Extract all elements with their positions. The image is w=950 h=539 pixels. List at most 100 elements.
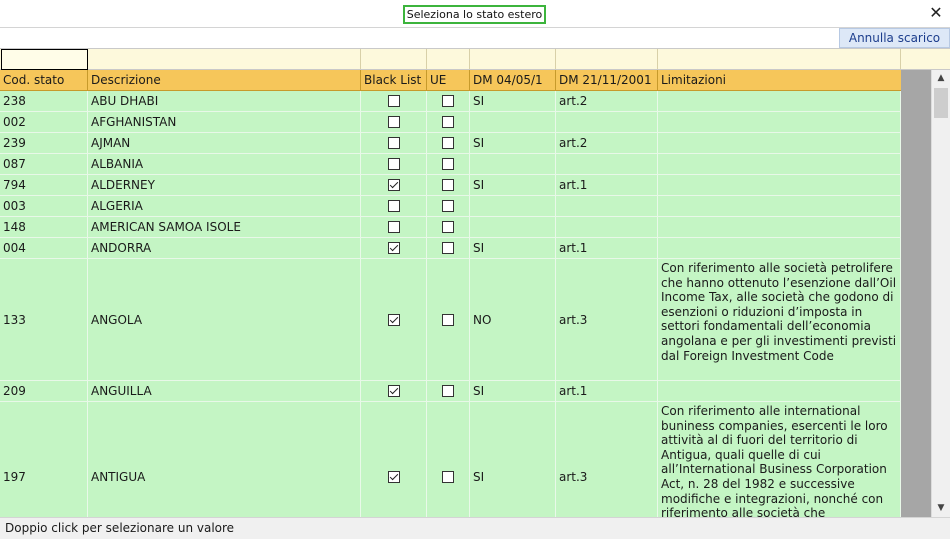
cell-description: ANGUILLA [88, 381, 361, 401]
blacklist-checkbox[interactable] [387, 221, 400, 233]
blacklist-checkbox[interactable] [387, 470, 400, 483]
ue-checkbox[interactable] [442, 179, 454, 191]
cell-blacklist [361, 259, 427, 380]
cell-blacklist [361, 154, 427, 174]
window-title: Seleziona lo stato estero [403, 5, 546, 24]
ue-checkbox[interactable] [442, 116, 454, 128]
close-icon[interactable]: ✕ [927, 4, 945, 22]
cell-code: 197 [0, 402, 88, 517]
states-grid: Cod. stato Descrizione Black List UE DM … [0, 70, 931, 517]
ue-checkbox[interactable] [442, 158, 454, 170]
cell-description: ALGERIA [88, 196, 361, 216]
scroll-down-icon[interactable]: ▼ [932, 500, 950, 517]
table-row[interactable]: 087 ALBANIA [0, 154, 901, 175]
cell-dm1: NO [470, 259, 556, 380]
cell-dm1: SI [470, 133, 556, 153]
col-header-blacklist[interactable]: Black List [361, 70, 427, 91]
table-row[interactable]: 794 ALDERNEY SI art.1 [0, 175, 901, 196]
table-row[interactable]: 197 ANTIGUA SI art.3 Con riferimento alle in… [0, 402, 901, 517]
filter-row [0, 48, 950, 70]
blacklist-checkbox[interactable] [387, 313, 400, 326]
filter-cell-limitazioni[interactable] [658, 49, 901, 69]
cell-dm2 [556, 196, 658, 216]
cell-blacklist [361, 112, 427, 132]
cell-dm2: art.1 [556, 381, 658, 401]
table-row[interactable]: 002 AFGHANISTAN [0, 112, 901, 133]
ue-checkbox[interactable] [442, 242, 454, 254]
cell-blacklist [361, 217, 427, 237]
col-header-limitazioni[interactable]: Limitazioni [658, 70, 901, 91]
cell-limitazioni: Con riferimento alle società petrolifere… [658, 259, 901, 380]
cell-ue [427, 238, 470, 258]
table-row[interactable]: 004 ANDORRA SI art.1 [0, 238, 901, 259]
ue-checkbox[interactable] [442, 200, 454, 212]
status-bar: Doppio click per selezionare un valore [0, 517, 950, 539]
blacklist-checkbox[interactable] [387, 242, 400, 254]
col-header-ue[interactable]: UE [427, 70, 470, 91]
col-header-dm2[interactable]: DM 21/11/2001 [556, 70, 658, 91]
annulla-scarico-button[interactable]: Annulla scarico [839, 28, 950, 48]
table-row[interactable]: 209 ANGUILLA SI art.1 [0, 381, 901, 402]
ue-checkbox[interactable] [442, 95, 454, 107]
cell-dm2: art.2 [556, 133, 658, 153]
col-header-code[interactable]: Cod. stato [0, 70, 88, 91]
cell-dm1: SI [470, 238, 556, 258]
filter-cell-dm2[interactable] [556, 49, 658, 69]
cell-code: 238 [0, 91, 88, 111]
filter-input[interactable] [1, 49, 88, 70]
table-row[interactable]: 003 ALGERIA [0, 196, 901, 217]
blacklist-checkbox[interactable] [387, 179, 400, 191]
table-row[interactable]: 238 ABU DHABI SI art.2 [0, 91, 901, 112]
cell-dm2 [556, 112, 658, 132]
cell-blacklist [361, 381, 427, 401]
cell-blacklist [361, 91, 427, 111]
scroll-thumb[interactable] [934, 88, 948, 118]
blacklist-checkbox[interactable] [387, 95, 400, 107]
grid-empty-area [901, 70, 931, 517]
table-row[interactable]: 133 ANGOLA NO art.3 Con riferimento alle soc… [0, 259, 901, 381]
vertical-scrollbar[interactable]: ▲ ▼ [931, 70, 950, 517]
blacklist-checkbox[interactable] [387, 116, 400, 128]
cell-code: 794 [0, 175, 88, 195]
cell-ue [427, 112, 470, 132]
cell-dm2: art.3 [556, 259, 658, 380]
cell-code: 004 [0, 238, 88, 258]
cell-ue [427, 154, 470, 174]
cell-limitazioni: Con riferimento alle international bunin… [658, 402, 901, 517]
filter-cell-description[interactable] [88, 49, 361, 69]
cell-description: ALBANIA [88, 154, 361, 174]
cell-ue [427, 217, 470, 237]
blacklist-checkbox[interactable] [387, 137, 400, 149]
cell-code: 148 [0, 217, 88, 237]
blacklist-checkbox[interactable] [387, 200, 400, 212]
col-header-description[interactable]: Descrizione [88, 70, 361, 91]
cell-description: AFGHANISTAN [88, 112, 361, 132]
col-header-dm1[interactable]: DM 04/05/1 [470, 70, 556, 91]
cell-limitazioni [658, 133, 901, 153]
cell-code: 239 [0, 133, 88, 153]
cell-blacklist [361, 402, 427, 517]
table-row[interactable]: 239 AJMAN SI art.2 [0, 133, 901, 154]
cell-dm1 [470, 196, 556, 216]
cell-ue [427, 402, 470, 517]
blacklist-checkbox[interactable] [387, 158, 400, 170]
ue-checkbox[interactable] [442, 221, 454, 233]
filter-cell-ue[interactable] [427, 49, 470, 69]
ue-checkbox[interactable] [442, 313, 454, 326]
filter-cell-dm1[interactable] [470, 49, 556, 69]
cell-dm1: SI [470, 402, 556, 517]
ue-checkbox[interactable] [442, 137, 454, 149]
table-row[interactable]: 148 AMERICAN SAMOA ISOLE [0, 217, 901, 238]
cell-description: ABU DHABI [88, 91, 361, 111]
ue-checkbox[interactable] [442, 385, 454, 397]
blacklist-checkbox[interactable] [387, 385, 400, 397]
cell-code: 002 [0, 112, 88, 132]
cell-ue [427, 175, 470, 195]
cell-dm2: art.1 [556, 175, 658, 195]
scroll-up-icon[interactable]: ▲ [932, 70, 950, 87]
ue-checkbox[interactable] [442, 470, 454, 483]
cell-dm2: art.1 [556, 238, 658, 258]
grid-header: Cod. stato Descrizione Black List UE DM … [0, 70, 901, 91]
cell-limitazioni [658, 238, 901, 258]
filter-cell-blacklist[interactable] [361, 49, 427, 69]
